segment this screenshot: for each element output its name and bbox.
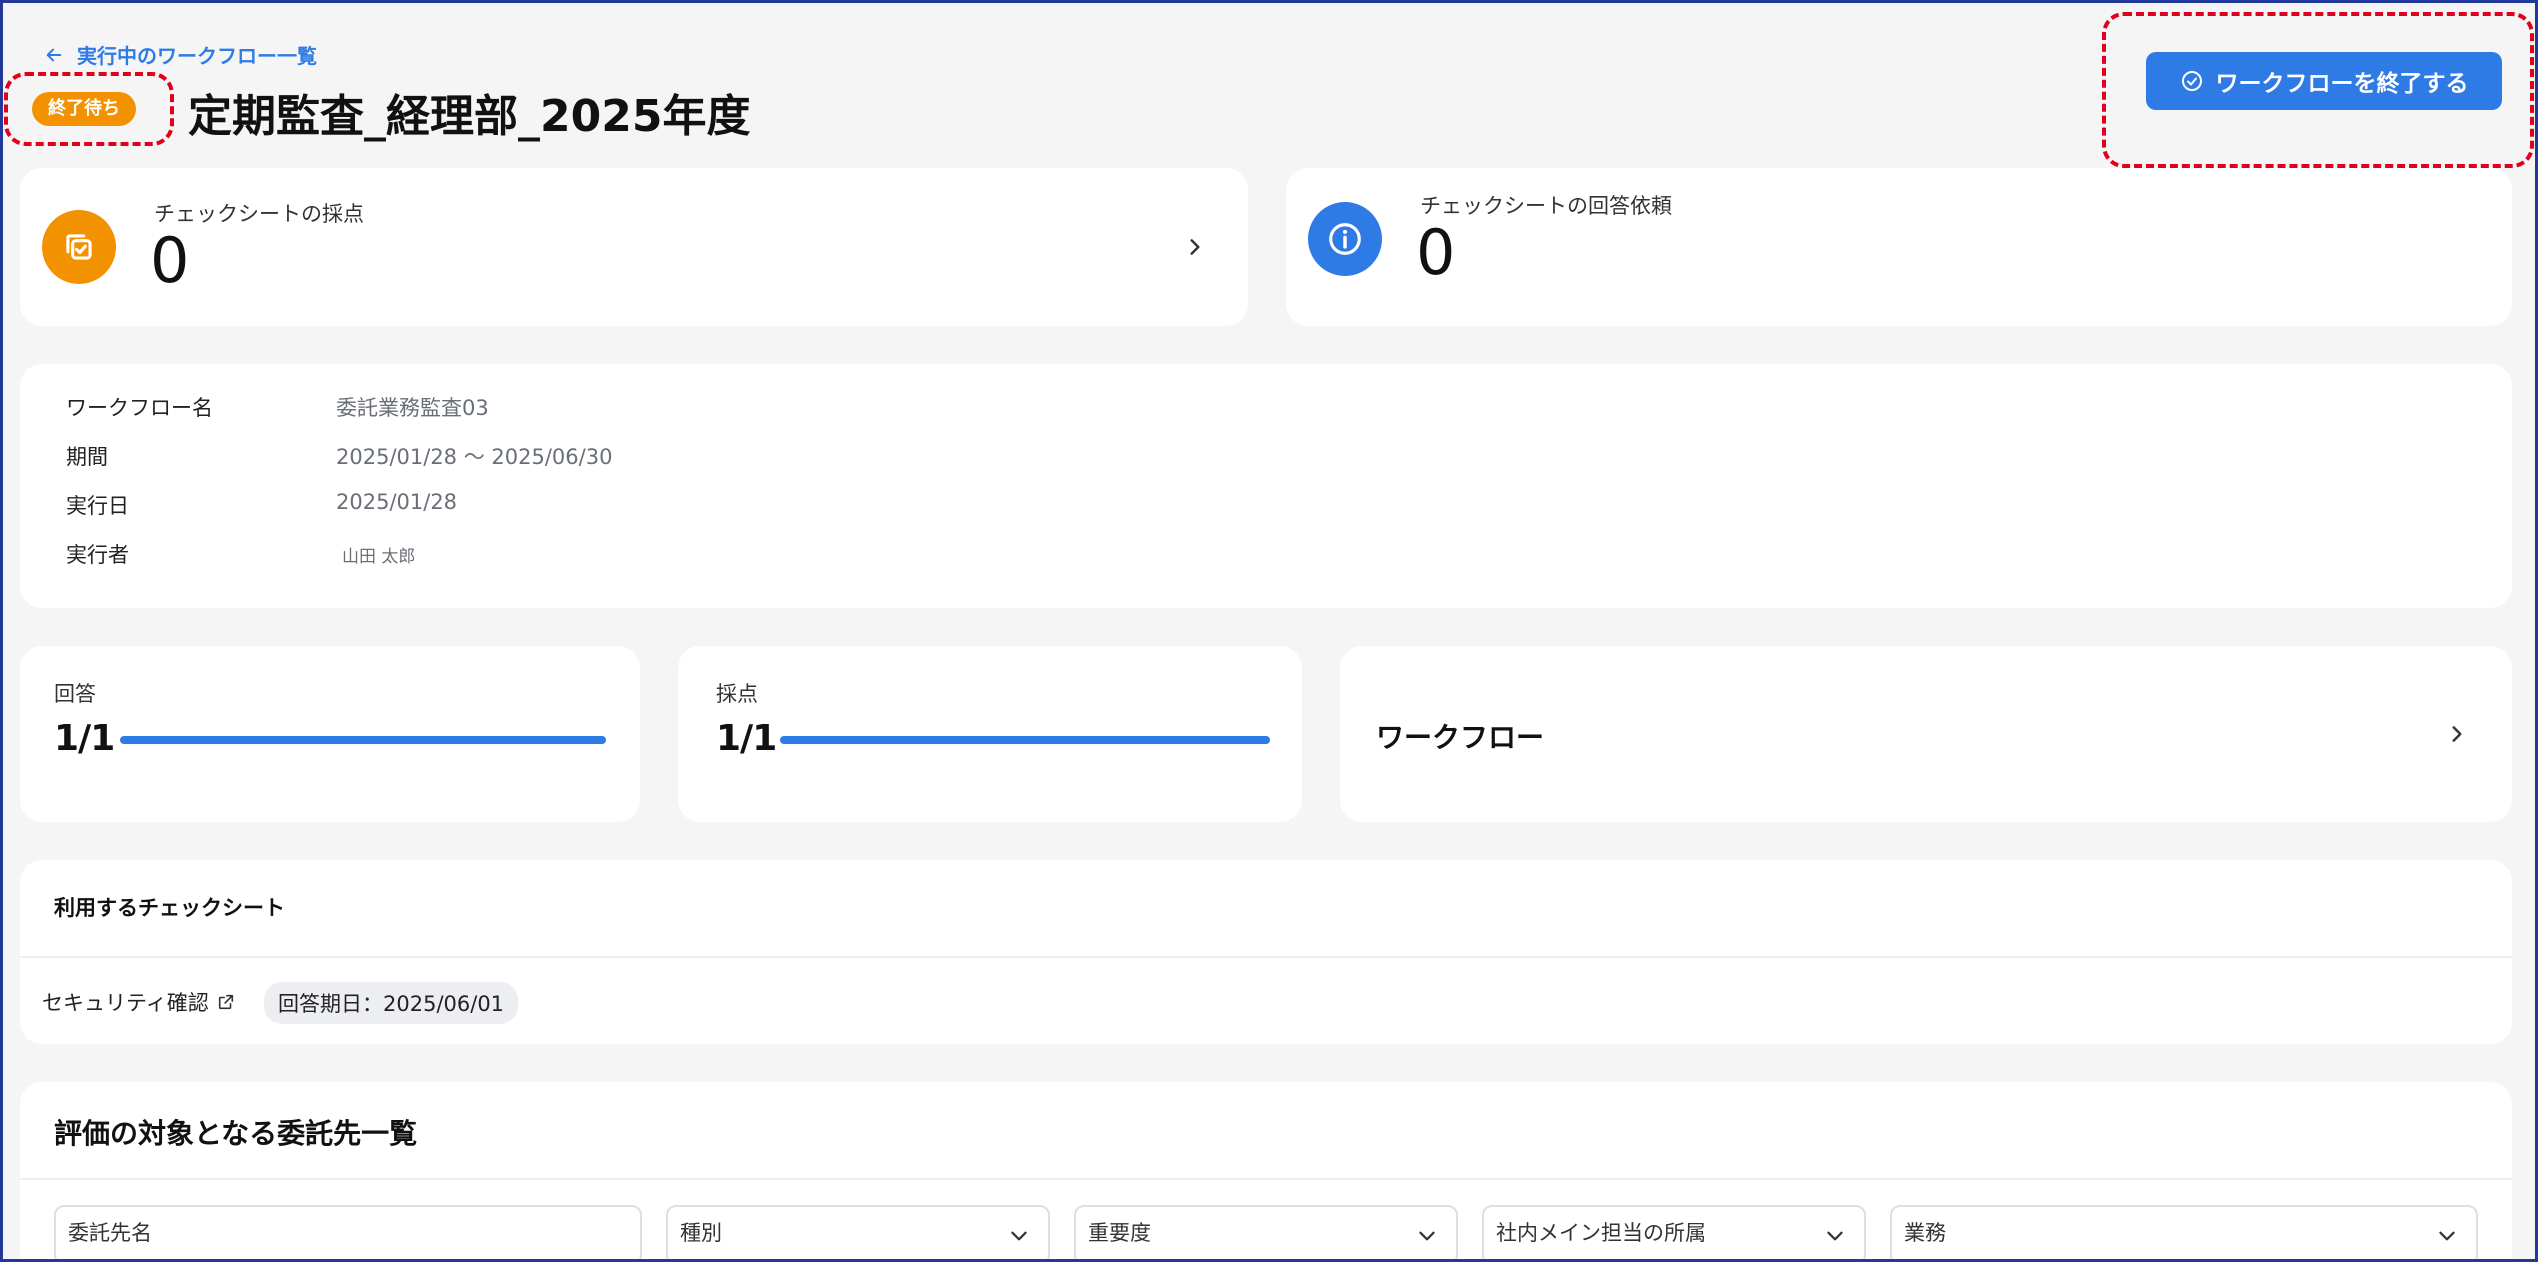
filter-label: 種別 xyxy=(680,1221,722,1245)
info-value: 委託業務監査03 xyxy=(336,396,489,420)
filter-label: 重要度 xyxy=(1088,1221,1151,1245)
scoring-progress-card: 採点 1/1 xyxy=(678,646,1302,822)
progress-value: 1/1 xyxy=(716,718,777,759)
request-stat-label: チェックシートの回答依頼 xyxy=(1420,194,1672,218)
scoring-stat-value: 0 xyxy=(150,224,190,297)
scoring-stat-card[interactable]: チェックシートの採点 0 xyxy=(20,168,1248,326)
arrow-left-icon xyxy=(46,48,62,61)
end-button-highlight xyxy=(2102,12,2534,168)
progress-label: 採点 xyxy=(716,682,758,706)
progress-label: 回答 xyxy=(54,682,96,706)
back-link[interactable]: 実行中のワークフロー一覧 xyxy=(45,40,317,69)
info-value: 2025/01/28 〜 2025/06/30 xyxy=(336,445,613,469)
info-key: 期間 xyxy=(66,445,108,469)
status-highlight xyxy=(4,72,174,146)
copy-check-icon xyxy=(66,234,92,260)
info-row-workflow-name: ワークフロー名 委託業務監査03 xyxy=(66,392,489,422)
filter-vendor-name[interactable]: 委託先名 xyxy=(54,1205,642,1262)
vendors-title: 評価の対象となる委託先一覧 xyxy=(54,1117,418,1150)
request-stat-value: 0 xyxy=(1416,216,1456,289)
filter-label: 社内メイン担当の所属 xyxy=(1496,1221,1706,1245)
request-stat-card: チェックシートの回答依頼 0 xyxy=(1286,168,2512,326)
chevron-down-icon xyxy=(2439,1231,2455,1241)
scoring-icon-circle xyxy=(42,210,116,284)
info-key: 実行日 xyxy=(66,494,129,518)
progress-bar xyxy=(780,736,1270,744)
chevron-right-icon xyxy=(2452,726,2462,742)
workflow-info-card: ワークフロー名 委託業務監査03 期間 2025/01/28 〜 2025/06… xyxy=(20,364,2512,608)
info-icon xyxy=(1329,223,1361,255)
filter-business[interactable]: 業務 xyxy=(1890,1205,2478,1262)
page-title: 定期監査_経理部_2025年度 xyxy=(188,91,751,142)
filter-department[interactable]: 社内メイン担当の所属 xyxy=(1482,1205,1866,1262)
workflow-link-label: ワークフロー xyxy=(1376,721,1545,754)
progress-fill xyxy=(780,736,1270,744)
info-row-run-date: 実行日 2025/01/28 xyxy=(66,490,457,520)
external-link-icon xyxy=(218,994,233,1010)
info-key: ワークフロー名 xyxy=(66,396,213,420)
progress-bar xyxy=(120,736,606,744)
filter-label: 委託先名 xyxy=(68,1221,152,1245)
checksheet-link[interactable]: セキュリティ確認 xyxy=(42,987,235,1017)
chevron-down-icon xyxy=(1419,1231,1435,1241)
back-link-label: 実行中のワークフロー一覧 xyxy=(77,44,317,68)
due-date-chip: 回答期日：2025/06/01 xyxy=(264,982,519,1024)
info-value: 山田 太郎 xyxy=(342,547,416,567)
workflow-link-card[interactable]: ワークフロー xyxy=(1340,646,2512,822)
divider xyxy=(20,956,2512,958)
request-icon-circle xyxy=(1308,202,1382,276)
filter-type[interactable]: 種別 xyxy=(666,1205,1050,1262)
info-row-period: 期間 2025/01/28 〜 2025/06/30 xyxy=(66,441,612,471)
divider xyxy=(20,1178,2512,1180)
info-key: 実行者 xyxy=(66,543,129,567)
info-value: 2025/01/28 xyxy=(336,490,458,514)
chevron-down-icon xyxy=(1011,1231,1027,1241)
chevron-down-icon xyxy=(1827,1231,1843,1241)
info-row-executor: 実行者 山田 太郎 xyxy=(66,539,415,569)
filter-importance[interactable]: 重要度 xyxy=(1074,1205,1458,1262)
checksheets-title: 利用するチェックシート xyxy=(54,896,285,920)
chevron-right-icon xyxy=(1190,239,1200,255)
progress-fill xyxy=(120,736,606,744)
answer-progress-card: 回答 1/1 xyxy=(20,646,640,822)
filter-label: 業務 xyxy=(1904,1221,1946,1245)
checksheet-name: セキュリティ確認 xyxy=(42,991,209,1015)
progress-value: 1/1 xyxy=(54,718,115,759)
